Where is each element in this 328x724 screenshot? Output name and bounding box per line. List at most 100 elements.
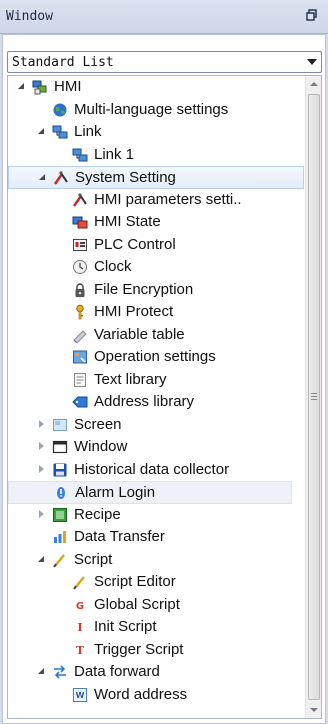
tree-item[interactable]: W Word address xyxy=(8,684,306,707)
tree-item[interactable]: Link xyxy=(8,121,306,144)
operation-icon xyxy=(72,349,88,365)
tree-item[interactable]: Operation settings xyxy=(8,346,306,369)
tree-item-label: Recipe xyxy=(74,505,121,523)
tree-item-label: Data forward xyxy=(74,663,160,680)
tree-item-label: Window xyxy=(74,438,128,455)
screen-icon xyxy=(52,417,68,433)
tree-item-label: File Encryption xyxy=(94,280,194,298)
tree-item-label: HMI Protect xyxy=(94,303,174,320)
tree-item[interactable]: Historical data collector xyxy=(8,459,306,482)
tree-item[interactable]: Link 1 xyxy=(8,144,306,167)
init-script-icon: I xyxy=(72,619,88,635)
scroll-thumb[interactable] xyxy=(308,94,320,700)
tree-item[interactable]: HMI xyxy=(8,76,306,99)
clock-icon xyxy=(72,259,88,275)
tree-item[interactable]: Address library xyxy=(8,391,306,414)
tree-item-label: Screen xyxy=(74,415,122,433)
tree-item-label: Link xyxy=(74,123,102,140)
tree-rows: HMI Multi-language settings Link Link 1 Syst… xyxy=(8,76,306,706)
expanded-arrow-icon[interactable] xyxy=(36,126,47,137)
tree-item[interactable]: T Trigger Script xyxy=(8,639,306,662)
tree-item[interactable]: System Setting xyxy=(8,166,304,189)
key-icon xyxy=(72,304,88,320)
tree-item[interactable]: G Global Script xyxy=(8,594,306,617)
window-panel: Window Standard List HMI Multi-language s… xyxy=(0,0,328,724)
global-script-icon: G xyxy=(72,597,88,613)
tree-item-label: Init Script xyxy=(94,618,157,635)
expanded-arrow-icon[interactable] xyxy=(16,81,27,92)
tree-item-label: Variable table xyxy=(94,325,185,343)
plc-icon xyxy=(72,237,88,253)
save-icon xyxy=(52,462,68,478)
pin-icon[interactable] xyxy=(304,7,322,25)
tree-item[interactable]: I Init Script xyxy=(8,616,306,639)
window-title: Window xyxy=(6,9,53,24)
grip-icon xyxy=(311,393,317,400)
tree-item[interactable]: Recipe xyxy=(8,504,306,527)
svg-text:T: T xyxy=(76,644,85,657)
dropdown-value: Standard List xyxy=(12,55,114,70)
script-icon xyxy=(72,574,88,590)
tree-item-label: Trigger Script xyxy=(94,640,184,658)
tree-item-label: HMI State xyxy=(94,213,161,230)
address-library-icon xyxy=(72,394,88,410)
tree-item-label: Alarm Login xyxy=(75,484,156,501)
svg-text:G: G xyxy=(76,601,84,612)
svg-text:W: W xyxy=(76,691,85,700)
pencil-icon xyxy=(72,327,88,344)
tools-icon xyxy=(72,192,88,208)
scroll-up-icon[interactable] xyxy=(310,82,318,86)
tree-item[interactable]: Window xyxy=(8,436,306,459)
link-icon xyxy=(72,147,88,163)
tree-item[interactable]: PLC Control xyxy=(8,234,306,257)
vertical-scrollbar[interactable] xyxy=(305,76,321,718)
tree-item[interactable]: Data forward xyxy=(8,661,306,684)
tree-item-label: Script Editor xyxy=(94,573,176,590)
title-bar: Window xyxy=(0,0,328,34)
tree-item[interactable]: Variable table xyxy=(8,324,306,347)
tree-item[interactable]: HMI State xyxy=(8,211,306,234)
tree-item[interactable]: Clock xyxy=(8,256,306,279)
hmi-icon xyxy=(32,79,48,95)
text-library-icon xyxy=(72,372,88,388)
tree-item-label: Word address xyxy=(94,685,188,703)
tree-item-label: Text library xyxy=(94,370,167,388)
project-tree: HMI Multi-language settings Link Link 1 Syst… xyxy=(7,75,322,719)
tree-item[interactable]: Script Editor xyxy=(8,571,306,594)
collapsed-arrow-icon[interactable] xyxy=(36,464,47,475)
expanded-arrow-icon[interactable] xyxy=(36,666,47,677)
tree-item-label: Clock xyxy=(94,258,132,275)
tree-item[interactable]: HMI parameters setti.. xyxy=(8,189,306,212)
svg-text:I: I xyxy=(77,621,82,634)
tree-item-label: Address library xyxy=(94,393,195,410)
view-mode-dropdown[interactable]: Standard List xyxy=(7,51,322,73)
tree-item-label: Global Script xyxy=(94,595,180,613)
tree-item-label: Data Transfer xyxy=(74,528,165,545)
collapsed-arrow-icon[interactable] xyxy=(36,509,47,520)
tree-item[interactable]: Text library xyxy=(8,369,306,392)
collapsed-arrow-icon[interactable] xyxy=(36,441,47,452)
expanded-arrow-icon[interactable] xyxy=(36,554,47,565)
data-transfer-icon xyxy=(52,529,68,545)
tree-item-label: HMI xyxy=(54,78,82,95)
tree-item-label: Operation settings xyxy=(94,348,216,365)
tree-item[interactable]: Alarm Login xyxy=(8,481,292,504)
tree-item[interactable]: HMI Protect xyxy=(8,301,306,324)
chevron-down-icon[interactable] xyxy=(307,59,317,65)
globe-icon xyxy=(52,102,68,118)
tree-item[interactable]: File Encryption xyxy=(8,279,306,302)
tree-item[interactable]: Multi-language settings xyxy=(8,99,306,122)
tree-item[interactable]: Script xyxy=(8,549,306,572)
hmi-state-icon xyxy=(72,214,88,230)
lock-icon xyxy=(72,282,88,298)
script-icon xyxy=(52,552,68,568)
recipe-icon xyxy=(52,507,68,523)
collapsed-arrow-icon[interactable] xyxy=(36,419,47,430)
tree-item[interactable]: Screen xyxy=(8,414,306,437)
scroll-down-icon[interactable] xyxy=(310,708,318,712)
tree-item[interactable]: Data Transfer xyxy=(8,526,306,549)
word-address-icon: W xyxy=(72,687,88,703)
tree-item-label: HMI parameters setti.. xyxy=(94,190,242,208)
expanded-arrow-icon[interactable] xyxy=(37,172,48,183)
tree-item-label: PLC Control xyxy=(94,235,176,253)
